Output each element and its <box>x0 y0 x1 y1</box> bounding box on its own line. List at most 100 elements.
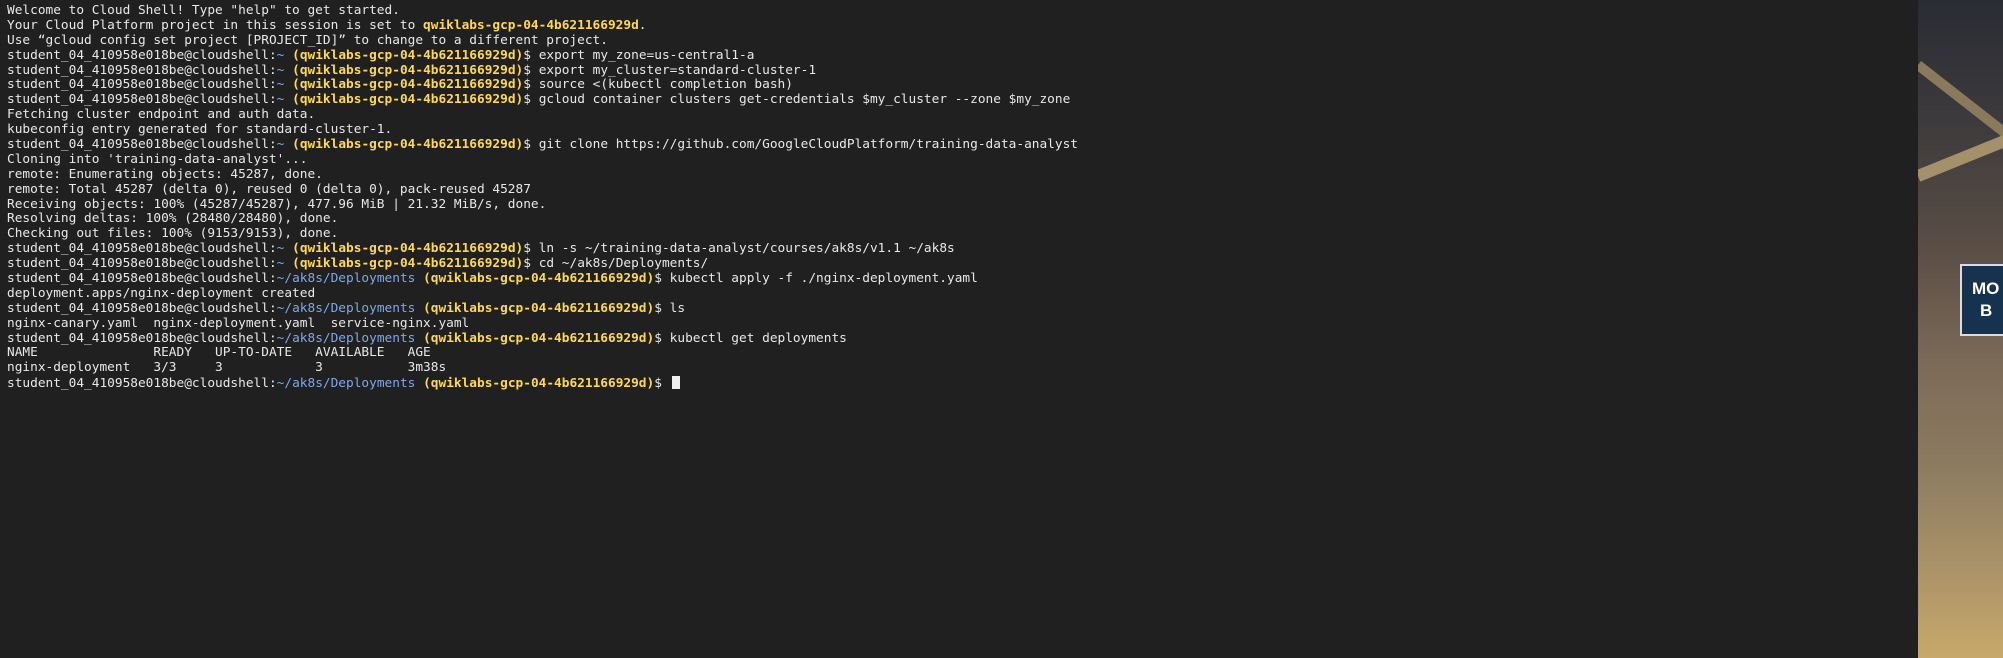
prompt-path: ~/ak8s/Deployments <box>276 272 416 287</box>
prompt-line: student_04_410958e018be@cloudshell:~/ak8… <box>7 272 1910 287</box>
prompt-line: student_04_410958e018be@cloudshell:~/ak8… <box>7 302 1910 317</box>
prompt-symbol: $ <box>523 48 531 63</box>
command-text: git clone https://github.com/GoogleCloud… <box>538 138 1078 153</box>
prompt-path: ~ <box>276 93 285 108</box>
command-text: kubectl get deployments <box>669 331 847 346</box>
output-line: NAME READY UP-TO-DATE AVAILABLE AGE <box>7 346 1910 361</box>
output-line: Resolving deltas: 100% (28480/28480), do… <box>7 212 1910 227</box>
prompt-project: (qwiklabs-gcp-04-4b621166929d) <box>292 242 524 257</box>
output-text: remote: Total 45287 (delta 0), reused 0 … <box>7 182 531 197</box>
prompt-path: ~/ak8s/Deployments <box>276 331 416 346</box>
prompt-symbol: $ <box>523 138 531 153</box>
prompt-user: student_04_410958e018be@cloudshell <box>7 78 269 93</box>
prompt-line: student_04_410958e018be@cloudshell:~ (qw… <box>7 78 1910 93</box>
output-text: Use “gcloud config set project [PROJECT_… <box>7 33 608 48</box>
prompt-separator: : <box>268 242 277 257</box>
prompt-project: (qwiklabs-gcp-04-4b621166929d) <box>423 331 655 346</box>
prompt-project: (qwiklabs-gcp-04-4b621166929d) <box>423 301 655 316</box>
prompt-path: ~ <box>276 242 285 257</box>
output-text: Cloning into 'training-data-analyst'... <box>7 152 308 167</box>
output-line: deployment.apps/nginx-deployment created <box>7 287 1910 302</box>
output-line: Use “gcloud config set project [PROJECT_… <box>7 34 1910 49</box>
output-text: nginx-deployment 3/3 3 3 3m38s <box>7 361 447 376</box>
prompt-symbol: $ <box>654 376 662 392</box>
output-text: Fetching cluster endpoint and auth data. <box>7 108 316 123</box>
command-text: gcloud container clusters get-credential… <box>538 93 1071 108</box>
command-text: ln -s ~/training-data-analyst/courses/ak… <box>538 242 955 257</box>
prompt-path: ~ <box>276 48 285 63</box>
prompt-user: student_04_410958e018be@cloudshell <box>7 257 269 272</box>
prompt-line: student_04_410958e018be@cloudshell:~ (qw… <box>7 49 1910 64</box>
prompt-path: ~ <box>276 138 285 153</box>
prompt-symbol: $ <box>654 331 662 346</box>
prompt-project: (qwiklabs-gcp-04-4b621166929d) <box>292 48 524 63</box>
screen: Welcome to Cloud Shell! Type "help" to g… <box>0 0 2003 658</box>
project-id-highlight: qwiklabs-gcp-04-4b621166929d <box>423 18 639 33</box>
output-line: remote: Enumerating objects: 45287, done… <box>7 168 1910 183</box>
prompt-user: student_04_410958e018be@cloudshell <box>7 331 269 346</box>
prompt-separator: : <box>268 48 277 63</box>
output-text: Checking out files: 100% (9153/9153), do… <box>7 227 339 242</box>
command-text: ls <box>669 301 686 316</box>
background-video-frame: MO B <box>1918 0 2003 658</box>
sign-text-line-2: B <box>1980 301 1993 320</box>
prompt-line: student_04_410958e018be@cloudshell:~ (qw… <box>7 257 1910 272</box>
output-line: kubeconfig entry generated for standard-… <box>7 123 1910 138</box>
output-text: Welcome to Cloud Shell! Type "help" to g… <box>7 4 400 18</box>
prompt-separator: : <box>268 257 277 272</box>
output-line: remote: Total 45287 (delta 0), reused 0 … <box>7 183 1910 198</box>
prompt-symbol: $ <box>523 63 531 78</box>
command-text: export my_cluster=standard-cluster-1 <box>538 63 817 78</box>
prompt-user: student_04_410958e018be@cloudshell <box>7 138 269 153</box>
output-text: nginx-canary.yaml nginx-deployment.yaml … <box>7 316 470 331</box>
prompt-separator: : <box>268 376 277 392</box>
prompt-user: student_04_410958e018be@cloudshell <box>7 301 269 316</box>
prompt-user: student_04_410958e018be@cloudshell <box>7 93 269 108</box>
prompt-symbol: $ <box>523 242 531 257</box>
prompt-project: (qwiklabs-gcp-04-4b621166929d) <box>292 93 524 108</box>
terminal-output[interactable]: Welcome to Cloud Shell! Type "help" to g… <box>7 4 1910 391</box>
prompt-path: ~ <box>276 63 285 78</box>
command-text: kubectl apply -f ./nginx-deployment.yaml <box>669 272 978 287</box>
sign-text-line-1: MO <box>1972 279 2000 298</box>
prompt-line: student_04_410958e018be@cloudshell:~/ak8… <box>7 376 1910 391</box>
prompt-project: (qwiklabs-gcp-04-4b621166929d) <box>292 63 524 78</box>
prompt-separator: : <box>268 272 277 287</box>
prompt-user: student_04_410958e018be@cloudshell <box>7 242 269 257</box>
prompt-symbol: $ <box>523 93 531 108</box>
output-text: remote: Enumerating objects: 45287, done… <box>7 167 323 182</box>
command-text: source <(kubectl completion bash) <box>538 78 793 93</box>
prompt-separator: : <box>268 331 277 346</box>
prompt-path: ~/ak8s/Deployments <box>276 301 416 316</box>
cloud-shell-terminal[interactable]: Welcome to Cloud Shell! Type "help" to g… <box>0 0 1918 658</box>
prompt-symbol: $ <box>523 257 531 272</box>
prompt-line: student_04_410958e018be@cloudshell:~ (qw… <box>7 138 1910 153</box>
output-text: Resolving deltas: 100% (28480/28480), do… <box>7 212 339 227</box>
command-text: cd ~/ak8s/Deployments/ <box>538 257 709 272</box>
prompt-user: student_04_410958e018be@cloudshell <box>7 272 269 287</box>
prompt-project: (qwiklabs-gcp-04-4b621166929d) <box>292 138 524 153</box>
output-text: Your Cloud Platform project in this sess… <box>7 18 424 33</box>
prompt-project: (qwiklabs-gcp-04-4b621166929d) <box>292 257 524 272</box>
prompt-project: (qwiklabs-gcp-04-4b621166929d) <box>423 272 655 287</box>
prompt-path: ~ <box>276 257 285 272</box>
output-line: nginx-deployment 3/3 3 3 3m38s <box>7 361 1910 376</box>
output-line: Welcome to Cloud Shell! Type "help" to g… <box>7 4 1910 19</box>
output-line: Checking out files: 100% (9153/9153), do… <box>7 227 1910 242</box>
prompt-symbol: $ <box>654 301 662 316</box>
output-text: kubeconfig entry generated for standard-… <box>7 123 393 138</box>
output-line: Your Cloud Platform project in this sess… <box>7 19 1910 34</box>
prompt-separator: : <box>268 301 277 316</box>
prompt-path: ~/ak8s/Deployments <box>276 376 416 392</box>
prompt-separator: : <box>268 138 277 153</box>
prompt-path: ~ <box>276 78 285 93</box>
text-cursor <box>671 376 680 390</box>
prompt-symbol: $ <box>654 272 662 287</box>
background-sign: MO B <box>1960 264 2003 336</box>
prompt-line: student_04_410958e018be@cloudshell:~ (qw… <box>7 64 1910 79</box>
command-text: export my_zone=us-central1-a <box>538 48 755 63</box>
output-line: Cloning into 'training-data-analyst'... <box>7 153 1910 168</box>
prompt-user: student_04_410958e018be@cloudshell <box>7 376 269 392</box>
prompt-line: student_04_410958e018be@cloudshell:~ (qw… <box>7 93 1910 108</box>
output-text: NAME READY UP-TO-DATE AVAILABLE AGE <box>7 346 431 361</box>
